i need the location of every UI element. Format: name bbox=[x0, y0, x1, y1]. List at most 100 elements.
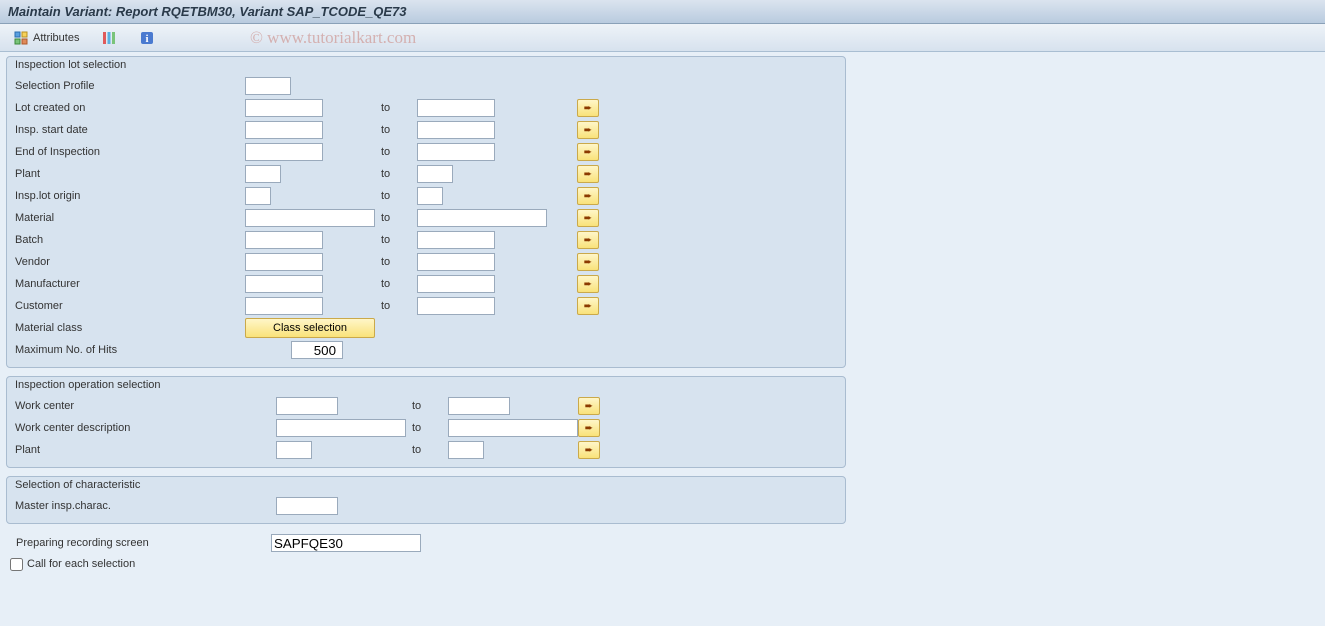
label-manufacturer: Manufacturer bbox=[15, 278, 245, 290]
page-title: Maintain Variant: Report RQETBM30, Varia… bbox=[0, 0, 1325, 24]
preparing-input[interactable] bbox=[271, 534, 421, 552]
columns-icon bbox=[101, 30, 117, 46]
multiple-selection-button[interactable]: ➨ bbox=[577, 231, 599, 249]
multiple-selection-button[interactable]: ➨ bbox=[577, 121, 599, 139]
label-insp-lot-origin: Insp.lot origin bbox=[15, 190, 245, 202]
material-from-input[interactable] bbox=[245, 209, 375, 227]
customer-to-input[interactable] bbox=[417, 297, 495, 315]
lot-created-on-row: Lot created on to ➨ bbox=[7, 97, 845, 119]
work-center-desc-to-input[interactable] bbox=[448, 419, 578, 437]
end-of-inspection-row: End of Inspection to ➨ bbox=[7, 141, 845, 163]
to-label: to bbox=[375, 300, 417, 312]
insp-lot-origin-from-input[interactable] bbox=[245, 187, 271, 205]
group-title: Inspection operation selection bbox=[7, 377, 845, 393]
arrow-right-icon: ➨ bbox=[584, 301, 592, 312]
label-max-hits: Maximum No. of Hits bbox=[15, 344, 245, 356]
label-master-insp-charac: Master insp.charac. bbox=[15, 500, 111, 512]
manufacturer-from-input[interactable] bbox=[245, 275, 323, 293]
to-label: to bbox=[406, 422, 448, 434]
label-selection-profile: Selection Profile bbox=[15, 80, 245, 92]
master-insp-charac-input[interactable] bbox=[276, 497, 338, 515]
watermark-text: © www.tutorialkart.com bbox=[250, 28, 416, 48]
insp-lot-origin-to-input[interactable] bbox=[417, 187, 443, 205]
multiple-selection-button[interactable]: ➨ bbox=[577, 275, 599, 293]
lot-created-to-input[interactable] bbox=[417, 99, 495, 117]
plant-row: Plant to ➨ bbox=[7, 163, 845, 185]
multiple-selection-button[interactable]: ➨ bbox=[578, 397, 600, 415]
batch-from-input[interactable] bbox=[245, 231, 323, 249]
label-work-center-desc: Work center description bbox=[15, 422, 130, 434]
info-icon: i bbox=[139, 30, 155, 46]
arrow-right-icon: ➨ bbox=[584, 103, 592, 114]
multiple-selection-button[interactable]: ➨ bbox=[578, 419, 600, 437]
end-insp-from-input[interactable] bbox=[245, 143, 323, 161]
vendor-row: Vendor to ➨ bbox=[7, 251, 845, 273]
arrow-right-icon: ➨ bbox=[584, 213, 592, 224]
preparing-row: Preparing recording screen bbox=[6, 532, 846, 554]
arrow-right-icon: ➨ bbox=[584, 169, 592, 180]
plant-to-input[interactable] bbox=[417, 165, 453, 183]
info-button[interactable]: i bbox=[132, 28, 162, 48]
material-to-input[interactable] bbox=[417, 209, 547, 227]
insp-start-from-input[interactable] bbox=[245, 121, 323, 139]
arrow-right-icon: ➨ bbox=[584, 279, 592, 290]
vendor-from-input[interactable] bbox=[245, 253, 323, 271]
material-row: Material to ➨ bbox=[7, 207, 845, 229]
label-work-center: Work center bbox=[15, 400, 74, 412]
label-material-class: Material class bbox=[15, 322, 245, 334]
label-customer: Customer bbox=[15, 300, 245, 312]
customer-row: Customer to ➨ bbox=[7, 295, 845, 317]
arrow-right-icon: ➨ bbox=[584, 257, 592, 268]
work-center-from-input[interactable] bbox=[276, 397, 338, 415]
manufacturer-row: Manufacturer to ➨ bbox=[7, 273, 845, 295]
multiple-selection-button[interactable]: ➨ bbox=[577, 187, 599, 205]
label-call-for-each: Call for each selection bbox=[27, 558, 135, 570]
max-hits-input[interactable] bbox=[291, 341, 343, 359]
multiple-selection-button[interactable]: ➨ bbox=[577, 99, 599, 117]
group-title: Selection of characteristic bbox=[7, 477, 845, 493]
end-insp-to-input[interactable] bbox=[417, 143, 495, 161]
work-center-desc-row: Work center description to ➨ bbox=[7, 417, 845, 439]
to-label: to bbox=[375, 168, 417, 180]
to-label: to bbox=[375, 102, 417, 114]
plant-from-input[interactable] bbox=[245, 165, 281, 183]
call-for-each-checkbox[interactable] bbox=[10, 558, 23, 571]
to-label: to bbox=[375, 124, 417, 136]
lot-created-from-input[interactable] bbox=[245, 99, 323, 117]
work-center-desc-from-input[interactable] bbox=[276, 419, 406, 437]
label-plant: Plant bbox=[15, 168, 245, 180]
arrow-right-icon: ➨ bbox=[584, 235, 592, 246]
multiple-selection-button[interactable]: ➨ bbox=[577, 253, 599, 271]
manufacturer-to-input[interactable] bbox=[417, 275, 495, 293]
multiple-selection-button[interactable]: ➨ bbox=[577, 297, 599, 315]
arrow-right-icon: ➨ bbox=[584, 147, 592, 158]
to-label: to bbox=[375, 190, 417, 202]
plant2-from-input[interactable] bbox=[276, 441, 312, 459]
attributes-icon bbox=[13, 30, 29, 46]
label-material: Material bbox=[15, 212, 245, 224]
customer-from-input[interactable] bbox=[245, 297, 323, 315]
selection-profile-row: Selection Profile bbox=[7, 75, 845, 97]
multiple-selection-button[interactable]: ➨ bbox=[577, 209, 599, 227]
toolbar: Attributes i © www.tutorialkart.com bbox=[0, 24, 1325, 52]
arrow-right-icon: ➨ bbox=[585, 445, 593, 456]
multiple-selection-button[interactable]: ➨ bbox=[577, 143, 599, 161]
class-selection-button[interactable]: Class selection bbox=[245, 318, 375, 338]
svg-text:i: i bbox=[146, 33, 149, 45]
call-for-each-row: Call for each selection bbox=[6, 554, 846, 574]
arrow-right-icon: ➨ bbox=[585, 401, 593, 412]
label-plant: Plant bbox=[15, 444, 40, 456]
label-lot-created-on: Lot created on bbox=[15, 102, 245, 114]
attributes-button[interactable]: Attributes bbox=[6, 28, 86, 48]
vendor-to-input[interactable] bbox=[417, 253, 495, 271]
work-center-to-input[interactable] bbox=[448, 397, 510, 415]
plant2-to-input[interactable] bbox=[448, 441, 484, 459]
column-toggle-button[interactable] bbox=[94, 28, 124, 48]
batch-to-input[interactable] bbox=[417, 231, 495, 249]
label-vendor: Vendor bbox=[15, 256, 245, 268]
multiple-selection-button[interactable]: ➨ bbox=[578, 441, 600, 459]
insp-start-to-input[interactable] bbox=[417, 121, 495, 139]
selection-profile-input[interactable] bbox=[245, 77, 291, 95]
to-label: to bbox=[375, 212, 417, 224]
multiple-selection-button[interactable]: ➨ bbox=[577, 165, 599, 183]
